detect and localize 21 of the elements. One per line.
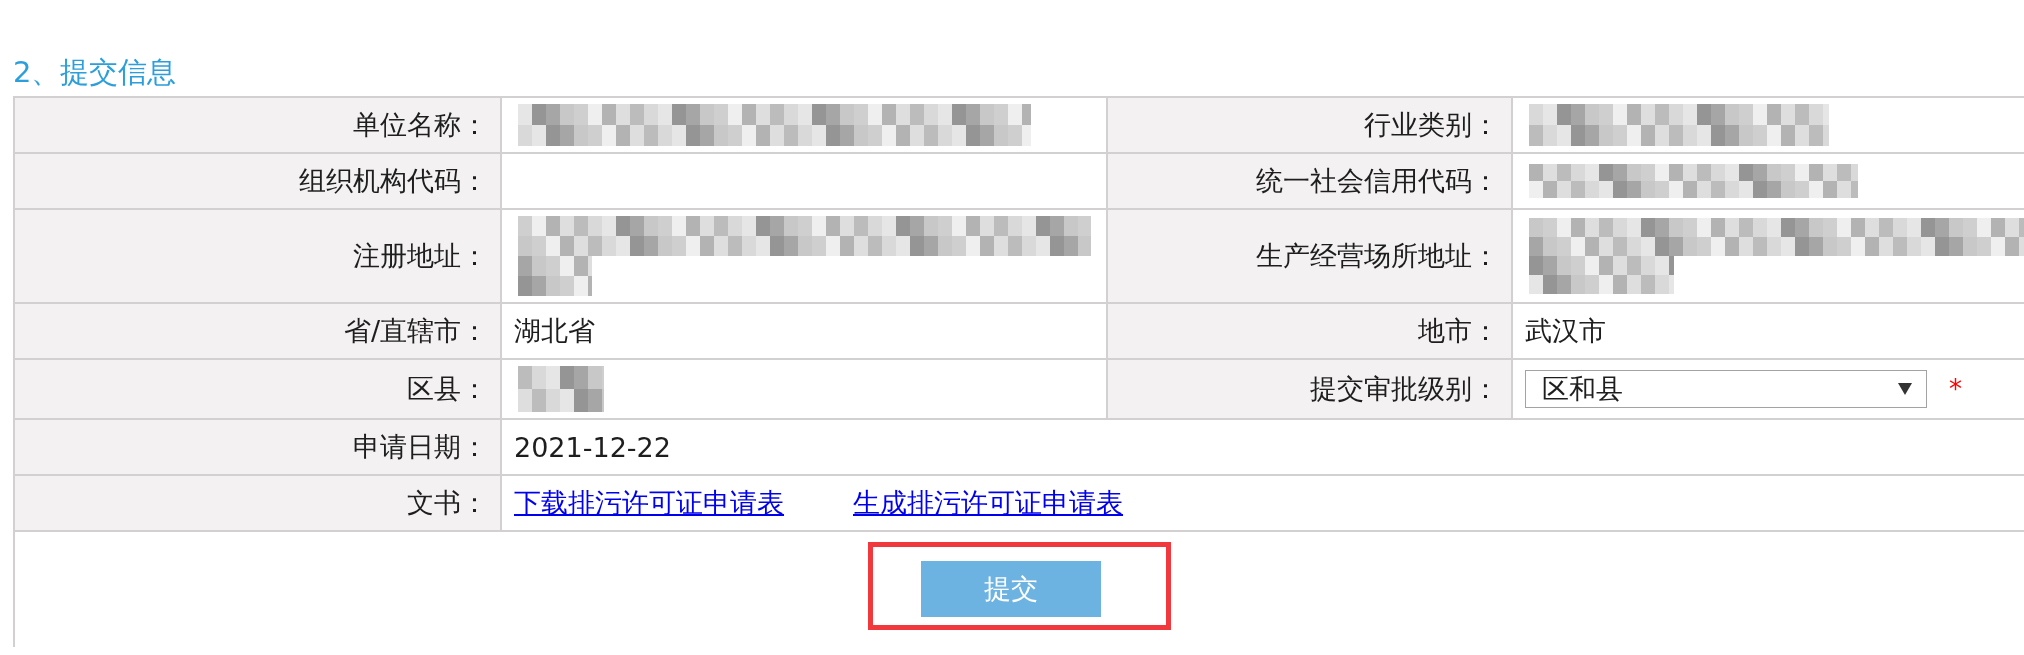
field-label: 生产经营场所地址： bbox=[1256, 240, 1499, 271]
field-value: 武汉市 bbox=[1525, 315, 1606, 346]
field-value: 2021-12-22 bbox=[514, 431, 671, 463]
field-label: 行业类别： bbox=[1364, 109, 1499, 140]
caret-icon bbox=[1898, 383, 1912, 395]
field-label: 申请日期： bbox=[353, 431, 488, 462]
field-label: 提交审批级别： bbox=[1310, 373, 1499, 404]
field-label: 注册地址： bbox=[353, 240, 488, 271]
document-link[interactable]: 下载排污许可证申请表 bbox=[514, 487, 784, 518]
approval-level-select[interactable]: 区和县 bbox=[1525, 370, 1927, 408]
document-link[interactable]: 生成排污许可证申请表 bbox=[853, 487, 1123, 518]
field-label: 地市： bbox=[1418, 315, 1499, 346]
field-label: 组织机构代码： bbox=[299, 165, 488, 196]
required-mark: * bbox=[1949, 374, 1962, 404]
field-label: 文书： bbox=[407, 487, 488, 518]
section-title: 2、提交信息 bbox=[13, 54, 177, 91]
field-label: 区县： bbox=[407, 373, 488, 404]
field-label: 统一社会信用代码： bbox=[1256, 165, 1499, 196]
field-value: 湖北省 bbox=[514, 315, 595, 346]
field-label: 单位名称： bbox=[353, 109, 488, 140]
field-label: 省/直辖市： bbox=[343, 315, 488, 346]
